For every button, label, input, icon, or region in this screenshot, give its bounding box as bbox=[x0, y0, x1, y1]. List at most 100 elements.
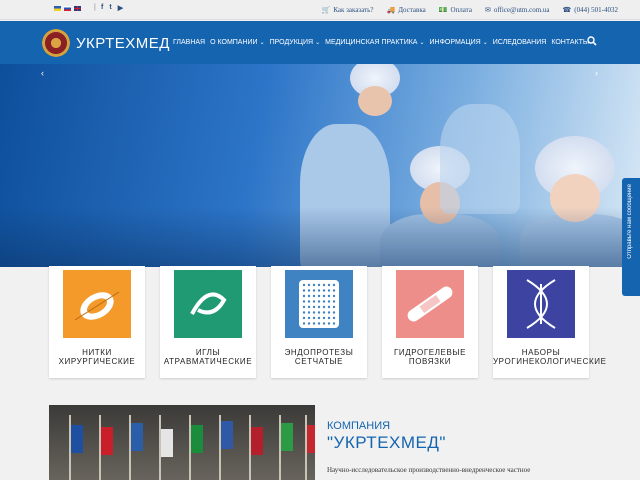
mesh-dot bbox=[327, 283, 331, 287]
surgeon-face bbox=[358, 86, 392, 116]
twitter-icon[interactable]: t bbox=[109, 4, 111, 12]
product-card-needles[interactable]: ИГЛЫ АТРАВМАТИЧЕСКИЕ bbox=[160, 266, 256, 378]
mesh-dot bbox=[312, 283, 316, 287]
search-icon[interactable] bbox=[587, 36, 597, 46]
mesh-dot bbox=[302, 294, 306, 298]
top-link-order[interactable]: 🛒 Как заказать? bbox=[322, 6, 374, 14]
mesh-dot bbox=[322, 300, 326, 303]
language-switcher bbox=[54, 6, 81, 11]
mesh-dot bbox=[312, 300, 316, 303]
mesh-dot bbox=[327, 305, 331, 309]
social-links: f t ▶ bbox=[101, 4, 123, 12]
product-title: ИГЛЫ АТРАВМАТИЧЕСКИЕ bbox=[163, 348, 253, 366]
chevron-down-icon: ⌄ bbox=[419, 40, 425, 46]
flag-image bbox=[101, 427, 113, 455]
nav-item-research[interactable]: ИСЛЕДОВАНИЯ bbox=[493, 39, 547, 46]
mesh-dot bbox=[327, 294, 331, 298]
mesh-dot bbox=[302, 300, 306, 303]
mesh-dot bbox=[332, 283, 336, 287]
logo-icon[interactable] bbox=[42, 29, 70, 57]
mesh-dot bbox=[317, 283, 321, 287]
flag-en-icon[interactable] bbox=[74, 6, 81, 11]
brand-name[interactable]: УКРТЕХМЕД bbox=[76, 35, 170, 52]
mesh-dot bbox=[317, 316, 321, 320]
product-title: ЭНДОПРОТЕЗЫ СЕТЧАТЫЕ bbox=[284, 348, 354, 366]
product-card-mesh[interactable]: ЭНДОПРОТЕЗЫ СЕТЧАТЫЕ bbox=[271, 266, 367, 378]
top-link-phone[interactable]: ☎ (044) 501-4032 bbox=[563, 6, 618, 14]
mesh-dot bbox=[332, 322, 336, 325]
product-card-sutures[interactable]: НИТКИ ХИРУРГИЧЕСКИЕ bbox=[49, 266, 145, 378]
mesh-dot bbox=[317, 305, 321, 309]
mesh-dot bbox=[302, 322, 306, 325]
chevron-down-icon: ⌄ bbox=[259, 40, 265, 46]
flag-image bbox=[221, 421, 233, 449]
mesh-dot bbox=[317, 294, 321, 298]
flag-image bbox=[161, 429, 173, 457]
cart-icon: 🛒 bbox=[321, 6, 331, 14]
product-card-urogyn[interactable]: НАБОРЫ УРОГИНЕКОЛОГИЧЕСКИЕ bbox=[493, 266, 607, 378]
feedback-tab[interactable]: Отправьте нам сообщение bbox=[622, 178, 640, 296]
mesh-dot bbox=[307, 322, 311, 325]
mesh-implant-icon bbox=[285, 270, 353, 338]
nav-item-medical-practice[interactable]: МЕДИЦИНСКАЯ ПРАКТИКА ⌄ bbox=[325, 39, 424, 46]
nav-item-products[interactable]: ПРОДУКЦИЯ ⌄ bbox=[270, 39, 320, 46]
mesh-dot bbox=[312, 305, 316, 309]
mesh-dot bbox=[322, 311, 326, 314]
facebook-icon[interactable]: f bbox=[101, 4, 103, 12]
product-title: ГИДРОГЕЛЕВЫЕ ПОВЯЗКИ bbox=[393, 348, 467, 366]
mesh-dot bbox=[327, 322, 331, 325]
mesh-dot bbox=[307, 300, 311, 303]
mesh-dot bbox=[332, 294, 336, 298]
company-description: Научно-исследовательское производственно… bbox=[327, 466, 531, 474]
flag-image bbox=[281, 423, 293, 451]
mesh-dot bbox=[332, 289, 336, 292]
mesh-dot bbox=[322, 289, 326, 292]
nav-item-about[interactable]: О КОМПАНИИ ⌄ bbox=[210, 39, 265, 46]
flag-image bbox=[131, 423, 143, 451]
hero-shade bbox=[0, 207, 640, 267]
mesh-dot bbox=[302, 311, 306, 314]
divider: | bbox=[94, 4, 96, 11]
mesh-dot bbox=[332, 300, 336, 303]
slider-next-arrow[interactable]: › bbox=[595, 68, 598, 78]
slider-prev-arrow[interactable]: ‹ bbox=[41, 68, 44, 78]
mesh-dot bbox=[332, 316, 336, 320]
flag-ua-icon[interactable] bbox=[54, 6, 61, 11]
truck-icon: 🚚 bbox=[386, 6, 396, 14]
hero-slider: ‹ › bbox=[0, 64, 640, 267]
mesh-dot bbox=[307, 311, 311, 314]
nav-item-home[interactable]: ГЛАВНАЯ bbox=[173, 39, 205, 46]
top-links: 🛒 Как заказать? 🚚 Доставка 💵 Оплата ✉ office… bbox=[322, 6, 618, 14]
flag-image bbox=[71, 425, 83, 453]
urogyn-kit-icon bbox=[507, 270, 575, 338]
product-card-hydrogel[interactable]: ГИДРОГЕЛЕВЫЕ ПОВЯЗКИ bbox=[382, 266, 478, 378]
mesh-dot bbox=[312, 322, 316, 325]
nav-menu: ГЛАВНАЯ О КОМПАНИИ ⌄ ПРОДУКЦИЯ ⌄ МЕДИЦИНСК… bbox=[173, 39, 589, 46]
company-title: "УКРТЕХМЕД" bbox=[327, 433, 446, 452]
flag-image bbox=[307, 425, 315, 453]
mesh-dot bbox=[327, 289, 331, 292]
mesh-dot bbox=[327, 300, 331, 303]
product-title: НИТКИ ХИРУРГИЧЕСКИЕ bbox=[58, 348, 136, 366]
mesh-dot bbox=[327, 311, 331, 314]
mesh-dot bbox=[302, 283, 306, 287]
nav-item-contacts[interactable]: КОНТАКТЫ bbox=[551, 39, 589, 46]
mesh-dot bbox=[307, 289, 311, 292]
flag-ru-icon[interactable] bbox=[64, 6, 71, 11]
flag-image bbox=[251, 427, 263, 455]
nav-item-information[interactable]: ИНФОРМАЦИЯ ⌄ bbox=[430, 39, 488, 46]
top-link-email[interactable]: ✉ office@utm.com.ua bbox=[485, 6, 550, 14]
youtube-icon[interactable]: ▶ bbox=[118, 4, 123, 12]
mesh-dot bbox=[317, 322, 321, 325]
mesh-dot bbox=[307, 316, 311, 320]
top-link-payment[interactable]: 💵 Оплата bbox=[439, 6, 472, 14]
mesh-dot bbox=[312, 311, 316, 314]
mesh-dot bbox=[307, 294, 311, 298]
chevron-down-icon: ⌄ bbox=[315, 40, 321, 46]
mesh-dot bbox=[317, 300, 321, 303]
mesh-dot bbox=[302, 316, 306, 320]
product-title: НАБОРЫ УРОГИНЕКОЛОГИЧЕСКИЕ bbox=[493, 348, 607, 366]
top-link-delivery[interactable]: 🚚 Доставка bbox=[387, 6, 426, 14]
mesh-dot bbox=[322, 305, 326, 309]
needle-icon bbox=[174, 270, 242, 338]
